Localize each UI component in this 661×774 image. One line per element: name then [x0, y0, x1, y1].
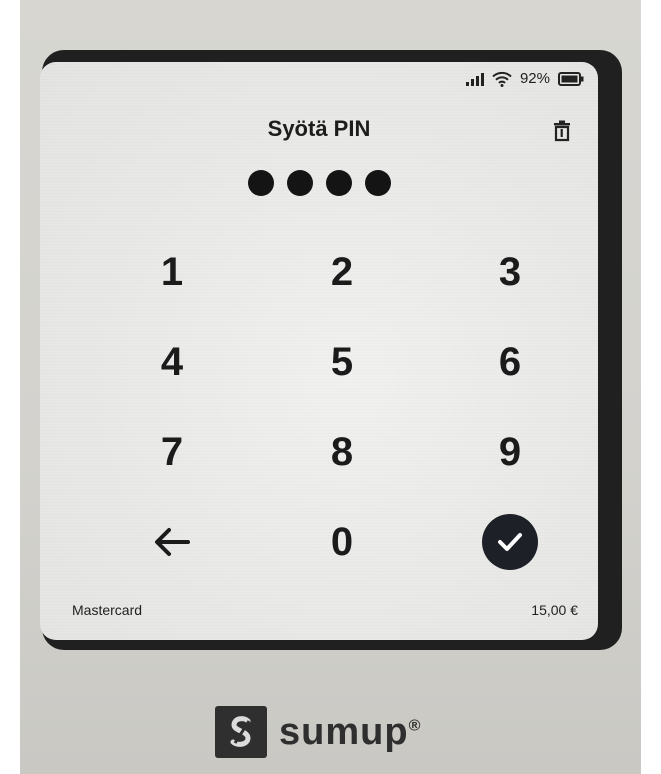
key-5[interactable]: 5	[282, 327, 402, 397]
key-6[interactable]: 6	[450, 327, 570, 397]
battery-percentage: 92%	[519, 70, 550, 87]
key-1[interactable]: 1	[112, 237, 232, 307]
key-2[interactable]: 2	[282, 237, 402, 307]
trash-icon[interactable]	[552, 120, 572, 142]
checkmark-icon	[498, 533, 522, 551]
pin-dot	[247, 170, 274, 196]
key-8[interactable]: 8	[282, 417, 402, 487]
pin-dot	[286, 170, 313, 196]
sumup-logo-icon	[215, 706, 267, 758]
confirm-circle	[482, 514, 538, 570]
brand-name: sumup®	[279, 710, 422, 753]
pin-indicator	[40, 170, 598, 196]
key-3[interactable]: 3	[450, 237, 570, 307]
status-bar: 92%	[465, 70, 584, 87]
pin-entry-screen: 92% Syötä PIN 1 2 3 4 5 6 7 8 9 0 Master…	[40, 62, 598, 640]
arrow-left-icon	[155, 528, 190, 556]
back-button[interactable]	[112, 507, 232, 577]
page-title: Syötä PIN	[267, 116, 371, 141]
card-type: Mastercard	[72, 602, 143, 618]
pin-dot	[325, 170, 352, 196]
battery-icon	[558, 71, 584, 86]
brand-logo: sumup®	[215, 706, 421, 758]
key-0[interactable]: 0	[282, 507, 402, 577]
signal-icon	[465, 72, 484, 86]
wifi-icon	[492, 71, 512, 87]
pin-dot	[364, 170, 391, 196]
payment-amount: 15,00 €	[531, 602, 578, 618]
key-7[interactable]: 7	[112, 417, 232, 487]
key-9[interactable]: 9	[450, 417, 570, 487]
numeric-keypad: 1 2 3 4 5 6 7 8 9 0	[40, 227, 598, 607]
confirm-button[interactable]	[450, 507, 570, 577]
key-4[interactable]: 4	[112, 327, 232, 397]
